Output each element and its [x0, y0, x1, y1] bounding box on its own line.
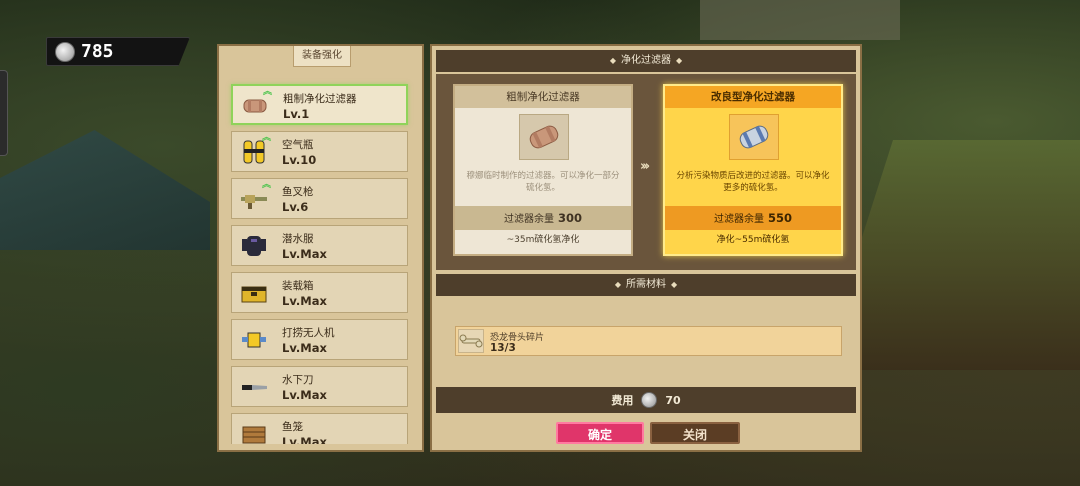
list-item-filter[interactable]: ︽ 粗制净化过滤器 Lv.1: [231, 84, 408, 125]
background-roof: [700, 0, 900, 40]
item-name: 粗制净化过滤器: [283, 93, 357, 105]
current-item-name: 粗制净化过滤器: [455, 86, 631, 108]
upgrade-detail-panel: ◆ 净化过滤器 ◆ 粗制净化过滤器 穆娜临时制作的过滤器。可以净化一部分硫化氢。 过…: [430, 44, 862, 452]
item-name: 水下刀: [282, 374, 314, 386]
capacity-value: 300: [557, 211, 582, 225]
current-effect: ~35m硫化氢净化: [506, 235, 580, 245]
next-item-name: 改良型净化过滤器: [665, 86, 841, 108]
diamond-icon: ◆: [671, 280, 678, 289]
item-name: 空气瓶: [282, 139, 314, 151]
cost-label: 费用: [611, 394, 634, 407]
material-item: 恐龙骨头碎片 13/3: [455, 326, 842, 356]
currency-value: 785: [81, 41, 114, 62]
capacity-label: 过滤器余量: [713, 214, 764, 225]
item-name: 打捞无人机: [282, 327, 335, 339]
double-chevron-right-icon: ›››: [640, 159, 650, 174]
material-count: 13/3: [490, 342, 516, 354]
salvage-drone-icon: [242, 332, 266, 348]
current-item-card: 粗制净化过滤器 穆娜临时制作的过滤器。可以净化一部分硫化氢。 过滤器余量 300 …: [453, 84, 633, 256]
panel-title: 装备强化: [293, 46, 351, 67]
dive-knife-icon: [242, 385, 267, 390]
item-level: Lv.Max: [282, 341, 327, 355]
cargo-box-icon: [241, 286, 267, 303]
list-item-harpoon-gun[interactable]: ︽ 鱼叉枪 Lv.6: [231, 178, 408, 219]
diamond-icon: ◆: [676, 56, 683, 65]
item-name: 潜水服: [282, 233, 314, 245]
diamond-icon: ◆: [614, 280, 621, 289]
capacity-value: 550: [767, 211, 792, 225]
side-menu-tab[interactable]: [0, 70, 8, 156]
capacity-label: 过滤器余量: [503, 214, 554, 225]
currency-display: 785: [46, 37, 190, 66]
diamond-icon: ◆: [609, 56, 616, 65]
list-item-air-tank[interactable]: ︽ 空气瓶 Lv.10: [231, 131, 408, 172]
equipment-list-panel: 装备强化 ︽ 粗制净化过滤器 Lv.1 ︽ 空气瓶 Lv.10 ︽ 鱼叉枪 Lv…: [217, 44, 424, 452]
upgrade-arrow-icon: ︽: [262, 180, 272, 190]
upgrade-comparison: 粗制净化过滤器 穆娜临时制作的过滤器。可以净化一部分硫化氢。 过滤器余量 300 …: [436, 74, 856, 270]
list-item-cargo-box[interactable]: 装载箱 Lv.Max: [231, 272, 408, 313]
item-name: 装载箱: [282, 280, 314, 292]
next-item-card: 改良型净化过滤器 分析污染物质后改进的过滤器。可以净化更多的硫化氢。 过滤器余量…: [663, 84, 843, 256]
cost-bar: 费用 70: [436, 387, 856, 413]
section-title-bar: ◆ 净化过滤器 ◆: [436, 50, 856, 72]
diving-suit-icon: [242, 236, 266, 256]
next-effect: 净化~55m硫化氢: [716, 235, 790, 245]
item-level: Lv.Max: [282, 247, 327, 261]
item-name: 鱼叉枪: [282, 186, 314, 198]
bone-fragment-icon: [458, 329, 484, 353]
current-capacity: 过滤器余量 300: [455, 206, 631, 230]
close-button[interactable]: 关闭: [650, 422, 740, 444]
background-hut: [860, 140, 1080, 370]
confirm-button[interactable]: 确定: [556, 422, 644, 444]
item-level: Lv.Max: [282, 294, 327, 308]
upgrade-arrow-icon: ︽: [262, 133, 272, 143]
upgrade-arrow-icon: ︽: [263, 87, 273, 97]
equipment-list[interactable]: ︽ 粗制净化过滤器 Lv.1 ︽ 空气瓶 Lv.10 ︽ 鱼叉枪 Lv.6 潜水…: [231, 84, 412, 450]
next-capacity: 过滤器余量 550: [665, 206, 841, 230]
item-level: Lv.Max: [282, 388, 327, 402]
list-item-salvage-drone[interactable]: 打捞无人机 Lv.Max: [231, 319, 408, 360]
materials-list: 恐龙骨头碎片 13/3: [436, 298, 856, 384]
silver-coin-icon: [641, 392, 658, 408]
filter-icon: [519, 114, 569, 160]
materials-title: 所需材料: [626, 279, 666, 290]
next-item-description: 分析污染物质后改进的过滤器。可以净化更多的硫化氢。: [676, 171, 830, 193]
item-name: 鱼笼: [282, 421, 303, 433]
list-item-dive-knife[interactable]: 水下刀 Lv.Max: [231, 366, 408, 407]
improved-filter-icon: [729, 114, 779, 160]
item-level: Lv.1: [283, 107, 310, 121]
silver-coin-icon: [55, 41, 75, 62]
item-level: Lv.6: [282, 200, 309, 214]
background-tent: [0, 130, 210, 250]
materials-title-bar: ◆ 所需材料 ◆: [436, 274, 856, 296]
section-title: 净化过滤器: [621, 55, 671, 66]
item-level: Lv.10: [282, 153, 317, 167]
cost-value: 70: [665, 393, 681, 407]
list-item-diving-suit[interactable]: 潜水服 Lv.Max: [231, 225, 408, 266]
list-bottom-edge: [219, 444, 422, 450]
current-item-description: 穆娜临时制作的过滤器。可以净化一部分硫化氢。: [466, 171, 620, 193]
